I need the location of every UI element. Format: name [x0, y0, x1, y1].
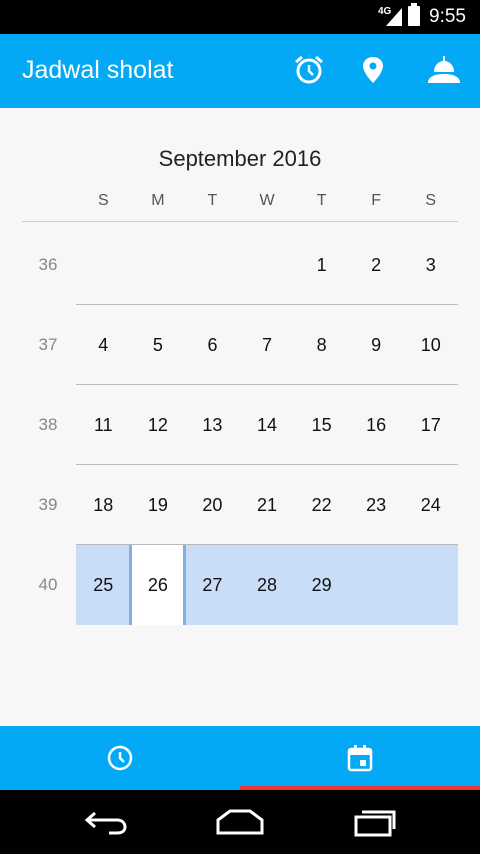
day-cell[interactable]: 16: [349, 385, 404, 465]
back-button[interactable]: [76, 804, 136, 840]
today-cell[interactable]: 26: [128, 545, 186, 625]
tab-calendar[interactable]: [240, 726, 480, 790]
week-number: 38: [38, 415, 58, 434]
status-time: 9:55: [429, 6, 466, 27]
weekday-label: T: [207, 192, 218, 209]
app-title: Jadwal sholat: [22, 56, 174, 84]
alarm-icon[interactable]: [291, 52, 327, 88]
day-cell[interactable]: 12: [131, 385, 186, 465]
day-cell[interactable]: 23: [349, 465, 404, 545]
day-cell[interactable]: 19: [131, 465, 186, 545]
recents-button[interactable]: [345, 804, 405, 840]
day-cell[interactable]: 17: [403, 385, 458, 465]
week-number: 37: [38, 335, 58, 354]
day-cell[interactable]: 14: [240, 385, 295, 465]
day-cell[interactable]: 11: [76, 385, 131, 465]
weekday-label: W: [259, 192, 275, 209]
recents-icon: [354, 810, 396, 837]
clock-icon: [107, 745, 133, 771]
battery-icon: [408, 3, 420, 26]
week-row: 40 25 26 27 28 29: [0, 545, 480, 625]
week-row: 38 11 12 13 14 15 16 17: [0, 385, 480, 465]
day-cell[interactable]: 29: [294, 545, 349, 625]
home-icon: [216, 809, 264, 835]
empty-cell: [185, 225, 240, 305]
signal-icon: [386, 8, 402, 26]
day-cell[interactable]: 13: [185, 385, 240, 465]
day-cell[interactable]: 3: [403, 225, 458, 305]
week-row: 36 1 2 3: [0, 225, 480, 305]
weekday-label: M: [151, 192, 165, 209]
day-cell[interactable]: 1: [294, 225, 349, 305]
day-cell[interactable]: 2: [349, 225, 404, 305]
app-bar: Jadwal sholat: [0, 34, 480, 108]
empty-cell: [240, 225, 295, 305]
day-cell[interactable]: 22: [294, 465, 349, 545]
day-cell[interactable]: 25: [76, 545, 131, 625]
day-cell[interactable]: 4: [76, 305, 131, 385]
day-cell[interactable]: 24: [403, 465, 458, 545]
system-nav-bar: [0, 790, 480, 854]
day-cell[interactable]: 20: [185, 465, 240, 545]
day-cell[interactable]: 18: [76, 465, 131, 545]
week-number: 40: [38, 575, 58, 594]
day-cell[interactable]: 7: [240, 305, 295, 385]
day-cell[interactable]: 8: [294, 305, 349, 385]
bottom-nav: [0, 726, 480, 790]
weekday-label: F: [371, 192, 382, 209]
empty-cell: [349, 545, 404, 625]
calendar-view: September 2016 SMTWTFS 36 1 2 3 37 4 5 6 7 8 9 10 38…: [0, 108, 480, 726]
tab-schedule[interactable]: [0, 726, 240, 790]
status-bar: 4G 9:55: [0, 0, 480, 34]
location-pin-icon[interactable]: [355, 52, 391, 88]
week-days: 11 12 13 14 15 16 17: [76, 385, 458, 465]
week-number: 39: [38, 495, 58, 514]
weekday-label: S: [425, 192, 437, 209]
back-icon: [84, 811, 127, 835]
month-label: September 2016: [158, 146, 322, 171]
week-row: 37 4 5 6 7 8 9 10: [0, 305, 480, 385]
home-button[interactable]: [210, 804, 270, 840]
empty-cell: [131, 225, 186, 305]
calendar-icon: [347, 745, 373, 772]
day-cell[interactable]: 9: [349, 305, 404, 385]
week-days: 123: [76, 225, 458, 305]
week-days: 25 26 27 28 29: [76, 545, 458, 625]
day-cell[interactable]: 5: [131, 305, 186, 385]
day-cell[interactable]: 6: [185, 305, 240, 385]
divider: [22, 221, 458, 222]
day-cell[interactable]: 10: [403, 305, 458, 385]
day-cell[interactable]: 15: [294, 385, 349, 465]
day-cell[interactable]: 21: [240, 465, 295, 545]
empty-cell: [76, 225, 131, 305]
mosque-icon[interactable]: [424, 52, 460, 88]
empty-cell: [403, 545, 458, 625]
week-days: 18 19 20 21 22 23 24: [76, 465, 458, 545]
day-cell[interactable]: 27: [185, 545, 240, 625]
day-cell[interactable]: 28: [240, 545, 295, 625]
weekday-label: T: [316, 192, 327, 209]
weekday-label: S: [97, 192, 109, 209]
week-row: 39 18 19 20 21 22 23 24: [0, 465, 480, 545]
week-days: 4 5 6 7 8 9 10: [76, 305, 458, 385]
week-number: 36: [38, 255, 58, 274]
weekday-header: SMTWTFS: [76, 192, 458, 210]
